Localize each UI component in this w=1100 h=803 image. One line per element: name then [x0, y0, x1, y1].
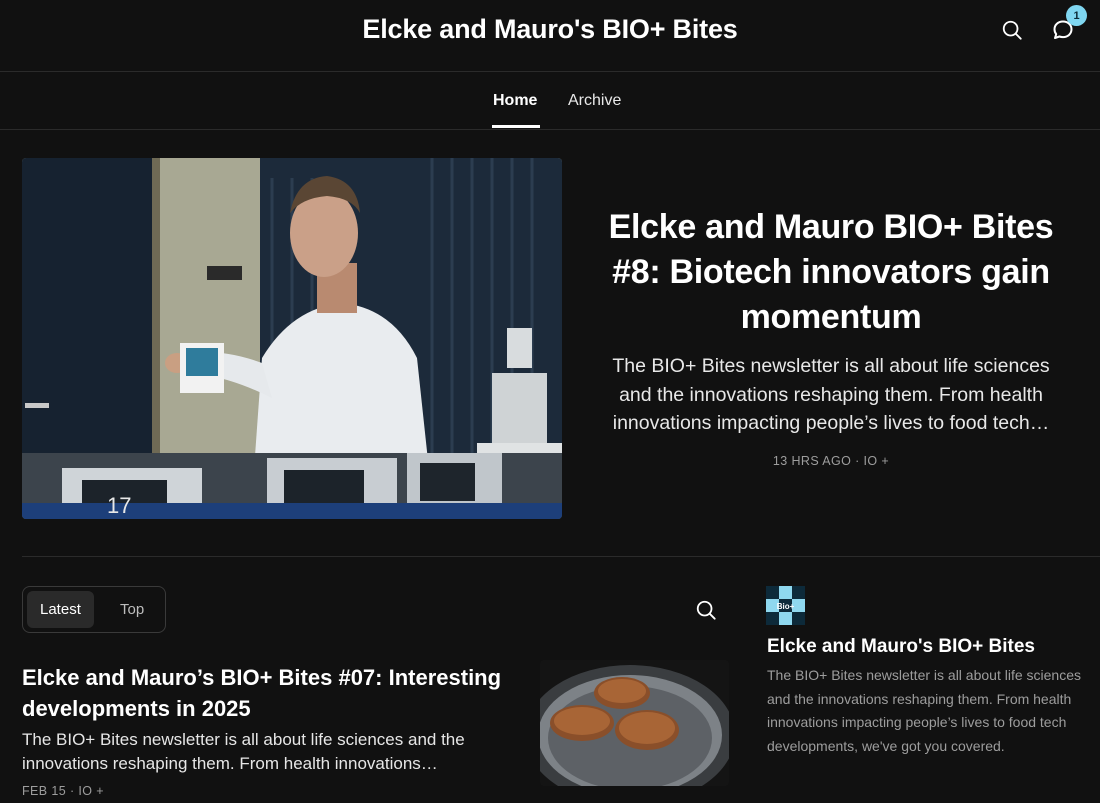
- hero-image[interactable]: 17: [22, 158, 562, 519]
- main-nav: Home Archive: [0, 72, 1100, 130]
- publication-name[interactable]: Elcke and Mauro's BIO+ Bites: [767, 636, 1035, 658]
- hero-post-title[interactable]: Elcke and Mauro BIO+ Bites #8: Biotech i…: [600, 205, 1062, 340]
- active-tab-indicator: [492, 125, 540, 128]
- bio-plus-logo-icon: Bio+: [766, 586, 805, 625]
- hero-photo: 17: [22, 158, 562, 519]
- publication-description: The BIO+ Bites newsletter is all about l…: [767, 667, 1081, 754]
- post-description: The BIO+ Bites newsletter is all about l…: [22, 730, 465, 773]
- svg-text:17: 17: [107, 493, 131, 518]
- hero-post-description: The BIO+ Bites newsletter is all about l…: [612, 355, 1050, 434]
- nav-tab-home[interactable]: Home: [493, 92, 537, 110]
- notification-badge: 1: [1066, 5, 1087, 26]
- tab-latest[interactable]: Latest: [27, 591, 94, 628]
- post-title[interactable]: Elcke and Mauro’s BIO+ Bites #07: Intere…: [22, 662, 522, 724]
- hero-post-meta: 13 HRS AGO · IO +: [772, 453, 890, 468]
- nav-tab-archive[interactable]: Archive: [568, 92, 621, 110]
- tab-top[interactable]: Top: [107, 591, 157, 628]
- logo-text: Bio+: [777, 602, 795, 611]
- search-icon: [696, 600, 716, 620]
- feed-search-button[interactable]: [691, 595, 721, 625]
- header-search-button[interactable]: [996, 14, 1028, 46]
- feed-tabs: Latest Top: [22, 586, 166, 633]
- site-header: Elcke and Mauro's BIO+ Bites 1: [0, 0, 1100, 72]
- post-thumbnail[interactable]: [540, 660, 729, 786]
- hero-text-block: Elcke and Mauro BIO+ Bites #8: Biotech i…: [600, 205, 1062, 468]
- post-thumbnail-photo: [540, 660, 729, 786]
- site-title[interactable]: Elcke and Mauro's BIO+ Bites: [0, 14, 1100, 45]
- section-divider: [22, 556, 1100, 557]
- search-icon: [1002, 20, 1022, 40]
- post-meta: FEB 15 · IO +: [22, 784, 104, 798]
- publication-logo[interactable]: Bio+: [766, 586, 805, 625]
